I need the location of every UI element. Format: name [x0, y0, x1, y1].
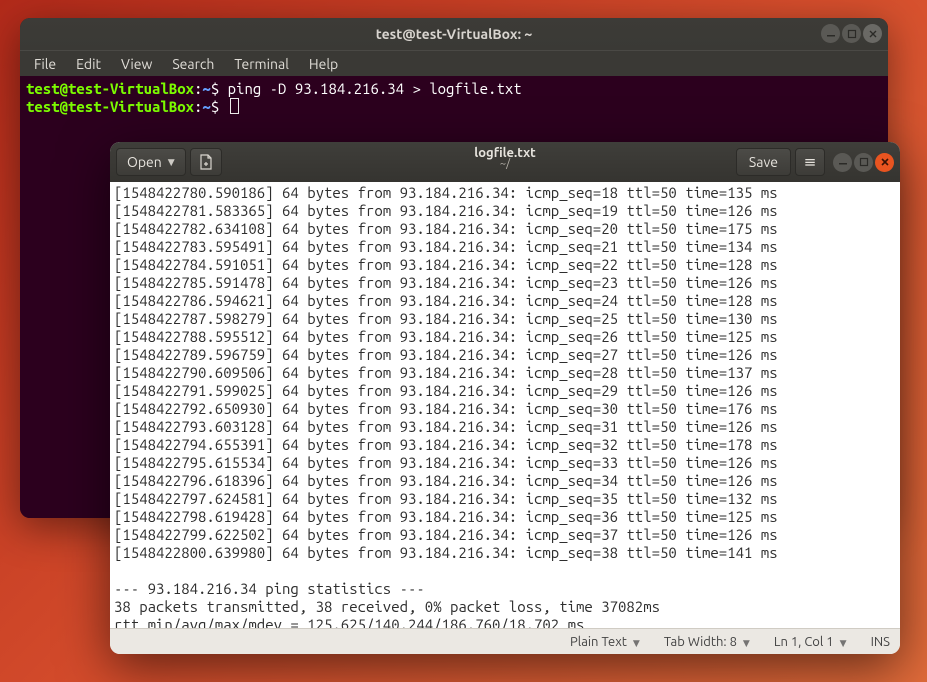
prompt-sym: $ — [211, 80, 219, 97]
maximize-button[interactable] — [854, 153, 873, 172]
status-language[interactable]: Plain Text▼ — [570, 635, 640, 649]
save-button[interactable]: Save — [736, 148, 791, 176]
menu-help[interactable]: Help — [301, 54, 346, 74]
terminal-command: ping -D 93.184.216.34 > logfile.txt — [228, 80, 522, 97]
open-button[interactable]: Open ▼ — [116, 148, 186, 176]
chevron-down-icon: ▼ — [164, 157, 175, 168]
new-document-button[interactable] — [190, 148, 222, 176]
status-tabwidth-label: Tab Width: 8 — [664, 635, 737, 649]
terminal-menubar: File Edit View Search Terminal Help — [20, 50, 888, 76]
prompt-user: test@test-VirtualBox — [26, 98, 194, 115]
terminal-titlebar[interactable]: test@test-VirtualBox: ~ — [20, 18, 888, 50]
terminal-cursor — [230, 98, 239, 114]
minimize-button[interactable] — [821, 24, 840, 43]
gedit-window: Open ▼ logfile.txt ~/ Save ≡ — [110, 142, 900, 654]
save-label: Save — [749, 154, 778, 170]
menu-view[interactable]: View — [113, 54, 160, 74]
menu-edit[interactable]: Edit — [68, 54, 109, 74]
terminal-title: test@test-VirtualBox: ~ — [376, 26, 533, 42]
status-language-label: Plain Text — [570, 635, 627, 649]
status-tabwidth[interactable]: Tab Width: 8▼ — [664, 635, 750, 649]
close-button[interactable] — [875, 153, 894, 172]
prompt-path: ~ — [202, 98, 210, 115]
status-position[interactable]: Ln 1, Col 1▼ — [774, 635, 847, 649]
new-document-icon — [198, 154, 214, 170]
status-insert-mode[interactable]: INS — [871, 635, 890, 649]
open-label: Open — [127, 154, 162, 170]
maximize-button[interactable] — [842, 24, 861, 43]
close-button[interactable] — [863, 24, 882, 43]
menu-terminal[interactable]: Terminal — [226, 54, 297, 74]
chevron-down-icon: ▼ — [627, 638, 640, 648]
minimize-button[interactable] — [833, 153, 852, 172]
prompt-path: ~ — [202, 80, 210, 97]
menu-file[interactable]: File — [26, 54, 64, 74]
chevron-down-icon: ▼ — [834, 638, 847, 648]
status-position-label: Ln 1, Col 1 — [774, 635, 834, 649]
prompt-user: test@test-VirtualBox — [26, 80, 194, 97]
chevron-down-icon: ▼ — [737, 638, 750, 648]
hamburger-menu-button[interactable]: ≡ — [795, 148, 825, 176]
gedit-text-area[interactable]: [1548422780.590186] 64 bytes from 93.184… — [110, 182, 900, 628]
prompt-sym: $ — [211, 98, 219, 115]
gedit-headerbar[interactable]: Open ▼ logfile.txt ~/ Save ≡ — [110, 142, 900, 182]
hamburger-icon: ≡ — [804, 153, 817, 171]
menu-search[interactable]: Search — [164, 54, 222, 74]
gedit-statusbar: Plain Text▼ Tab Width: 8▼ Ln 1, Col 1▼ I… — [110, 628, 900, 654]
